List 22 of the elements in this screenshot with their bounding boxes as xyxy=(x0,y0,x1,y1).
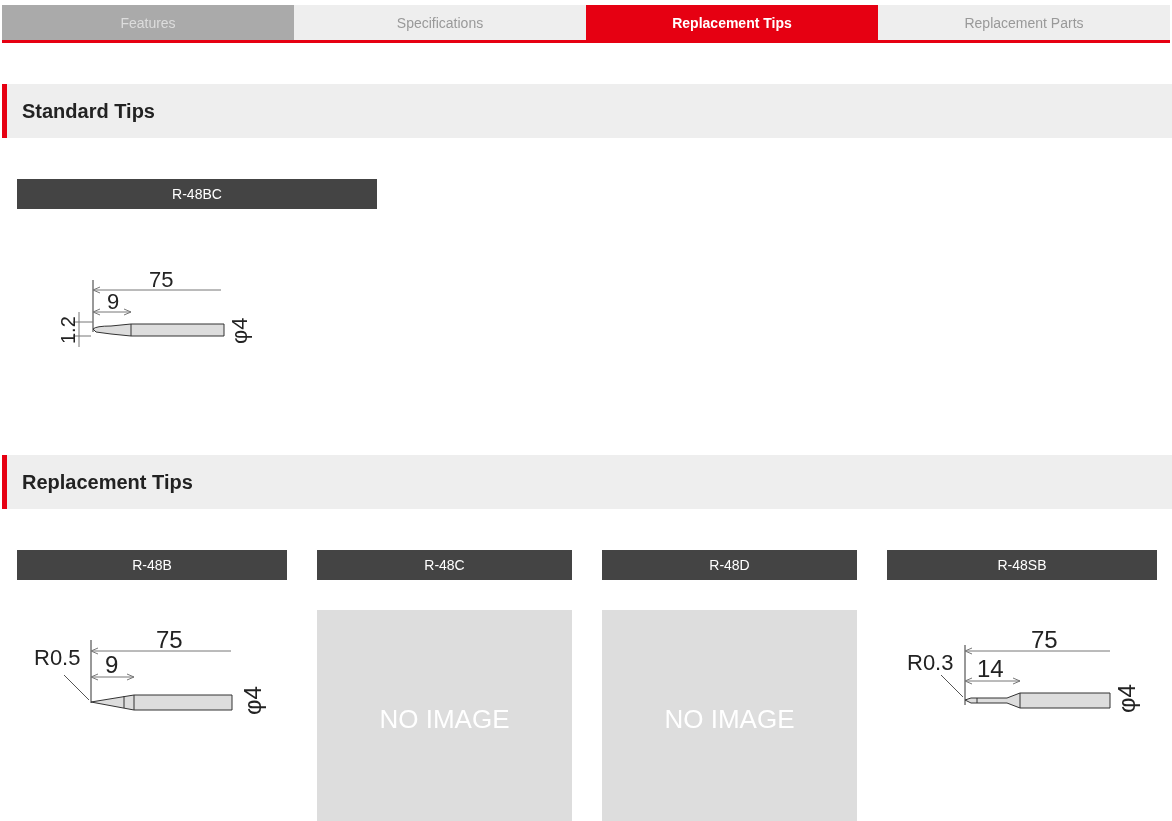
dimension-label: 75 xyxy=(1031,626,1058,653)
section-heading: Standard Tips xyxy=(2,84,1172,138)
section-heading: Replacement Tips xyxy=(2,455,1172,509)
dimension-label: φ4 xyxy=(227,317,252,344)
dimension-label: 9 xyxy=(107,289,120,314)
dimension-label: R0.3 xyxy=(907,650,954,675)
dimension-label: φ4 xyxy=(1113,684,1140,713)
dimension-label: R0.5 xyxy=(34,645,81,670)
dimension-label: 75 xyxy=(156,626,183,653)
tip-model-header: R-48SB xyxy=(887,550,1157,580)
tip-model-header: R-48BC xyxy=(17,179,377,209)
tip-model-header: R-48B xyxy=(17,550,287,580)
dimension-label: 9 xyxy=(105,651,119,678)
dimension-label: 1.2 xyxy=(57,316,79,344)
tab[interactable]: Replacement Parts xyxy=(878,5,1170,40)
tab[interactable]: Replacement Tips xyxy=(586,5,878,40)
dimension-label: φ4 xyxy=(239,686,266,715)
tab[interactable]: Specifications xyxy=(294,5,586,40)
tip-model-header: R-48D xyxy=(602,550,857,580)
tip-model-header: R-48C xyxy=(317,550,572,580)
dimension-label: 14 xyxy=(977,655,1004,682)
dimension-label: 75 xyxy=(149,267,174,292)
